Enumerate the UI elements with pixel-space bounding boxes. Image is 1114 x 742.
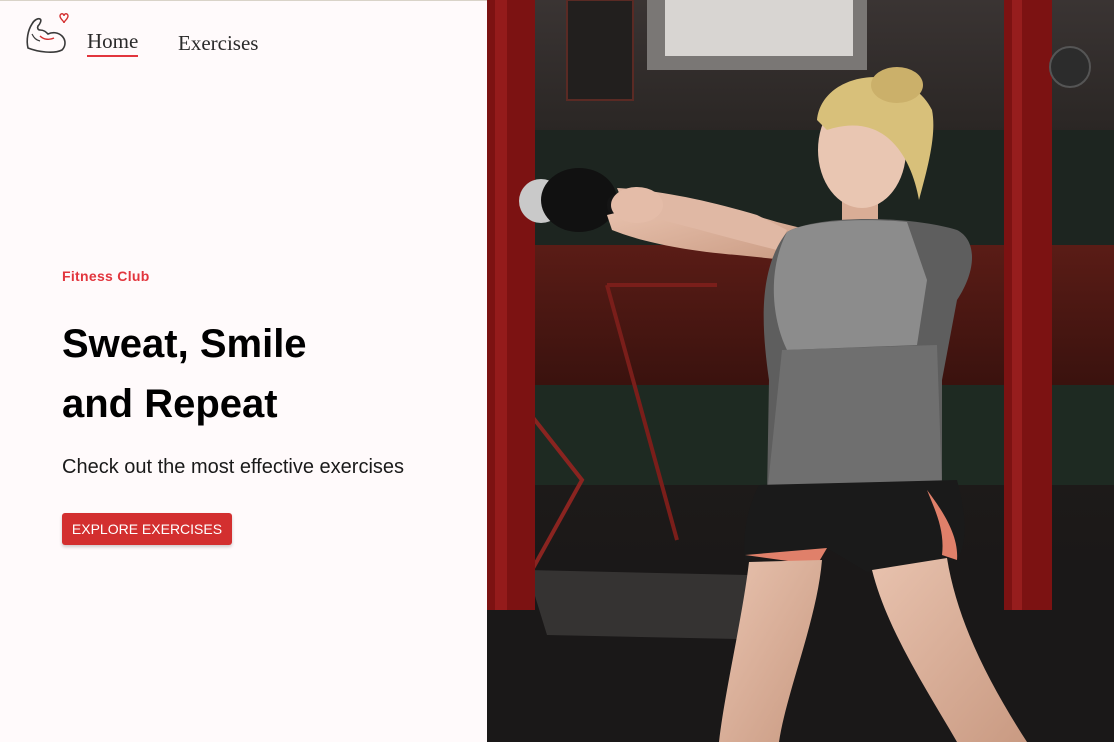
hero-headline-line2: and Repeat bbox=[62, 382, 278, 426]
woman-kettlebell-photo bbox=[487, 0, 1114, 742]
hero-headline-line1: Sweat, Smile bbox=[62, 322, 307, 366]
nav-link-exercises[interactable]: Exercises bbox=[178, 30, 258, 56]
hero-subtitle: Check out the most effective exercises bbox=[62, 456, 405, 478]
nav-link-home[interactable]: Home bbox=[87, 28, 139, 57]
hero-eyebrow: Fitness Club bbox=[62, 268, 150, 284]
hero-headline: Sweat, Smile and Repeat bbox=[62, 314, 462, 434]
explore-exercises-button[interactable]: EXPLORE EXERCISES bbox=[62, 513, 232, 545]
flexed-arm-heart-icon[interactable] bbox=[24, 10, 70, 54]
